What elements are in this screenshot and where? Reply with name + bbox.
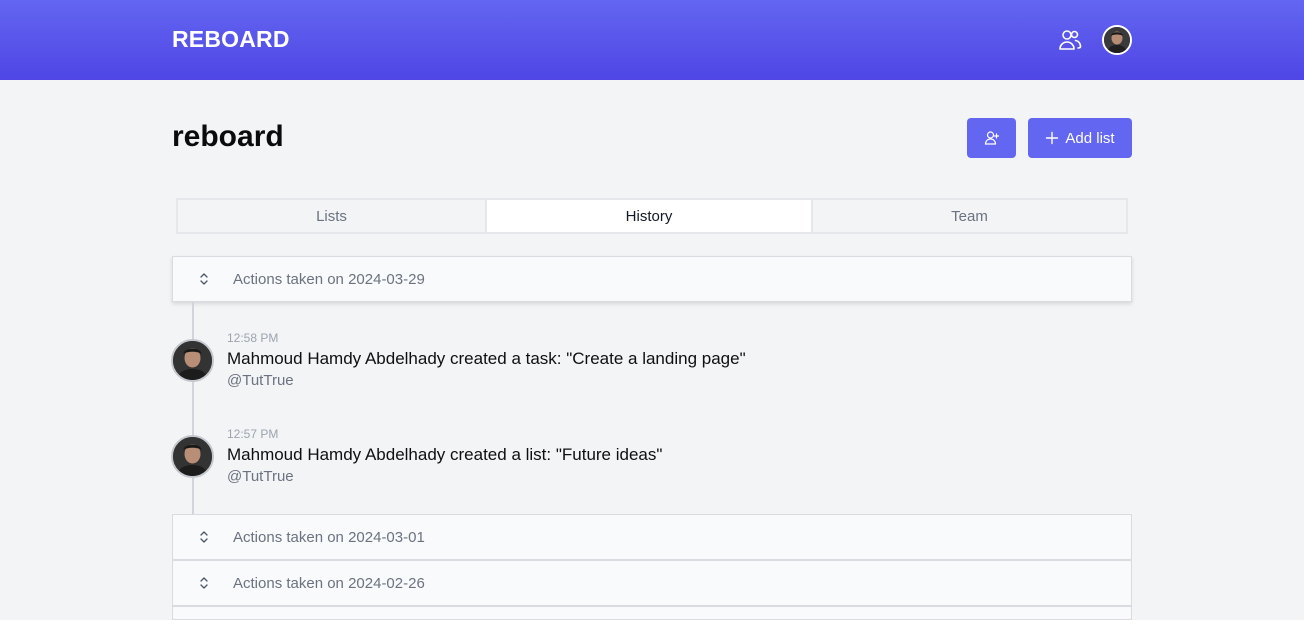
chevron-up-down-icon [200,531,208,543]
entry-text: Mahmoud Hamdy Abdelhady created a list: … [227,445,663,464]
history-group-label: Actions taken on 2024-02-26 [233,575,425,592]
history-group-header[interactable]: Actions taken on 2024-03-01 [172,514,1132,560]
history-group-label: Actions taken on 2024-03-01 [233,529,425,546]
history-group-label: Actions taken on 2024-03-29 [233,271,425,288]
entry-avatar [171,435,214,478]
tab-lists[interactable]: Lists [178,200,485,232]
tab-team[interactable]: Team [813,200,1126,232]
page-title: reboard [172,120,284,153]
brand-logo[interactable]: REBOARD [172,26,290,53]
user-plus-icon [984,131,999,145]
entry-text: Mahmoud Hamdy Abdelhady created a task: … [227,349,746,368]
add-list-label: Add list [1065,129,1115,147]
top-navbar: REBOARD [0,0,1304,80]
history-group-header-partial[interactable] [172,606,1132,620]
entry-time: 12:57 PM [227,427,279,441]
plus-icon [1046,131,1059,145]
chevron-up-down-icon [200,577,208,589]
entry-user[interactable]: @TutTrue [227,468,294,485]
entry-avatar [171,339,214,382]
timeline-line [192,302,194,514]
chevron-up-down-icon [200,273,208,285]
users-icon[interactable] [1057,27,1083,53]
entry-user[interactable]: @TutTrue [227,372,294,389]
history-group-header[interactable]: Actions taken on 2024-03-29 [172,256,1132,302]
entry-time: 12:58 PM [227,331,279,345]
add-list-button[interactable]: Add list [1028,118,1132,158]
user-avatar[interactable] [1102,25,1132,55]
history-group-header[interactable]: Actions taken on 2024-02-26 [172,560,1132,606]
tab-history[interactable]: History [487,200,811,232]
invite-member-button[interactable] [967,118,1016,158]
board-tabs: Lists History Team [176,198,1128,234]
